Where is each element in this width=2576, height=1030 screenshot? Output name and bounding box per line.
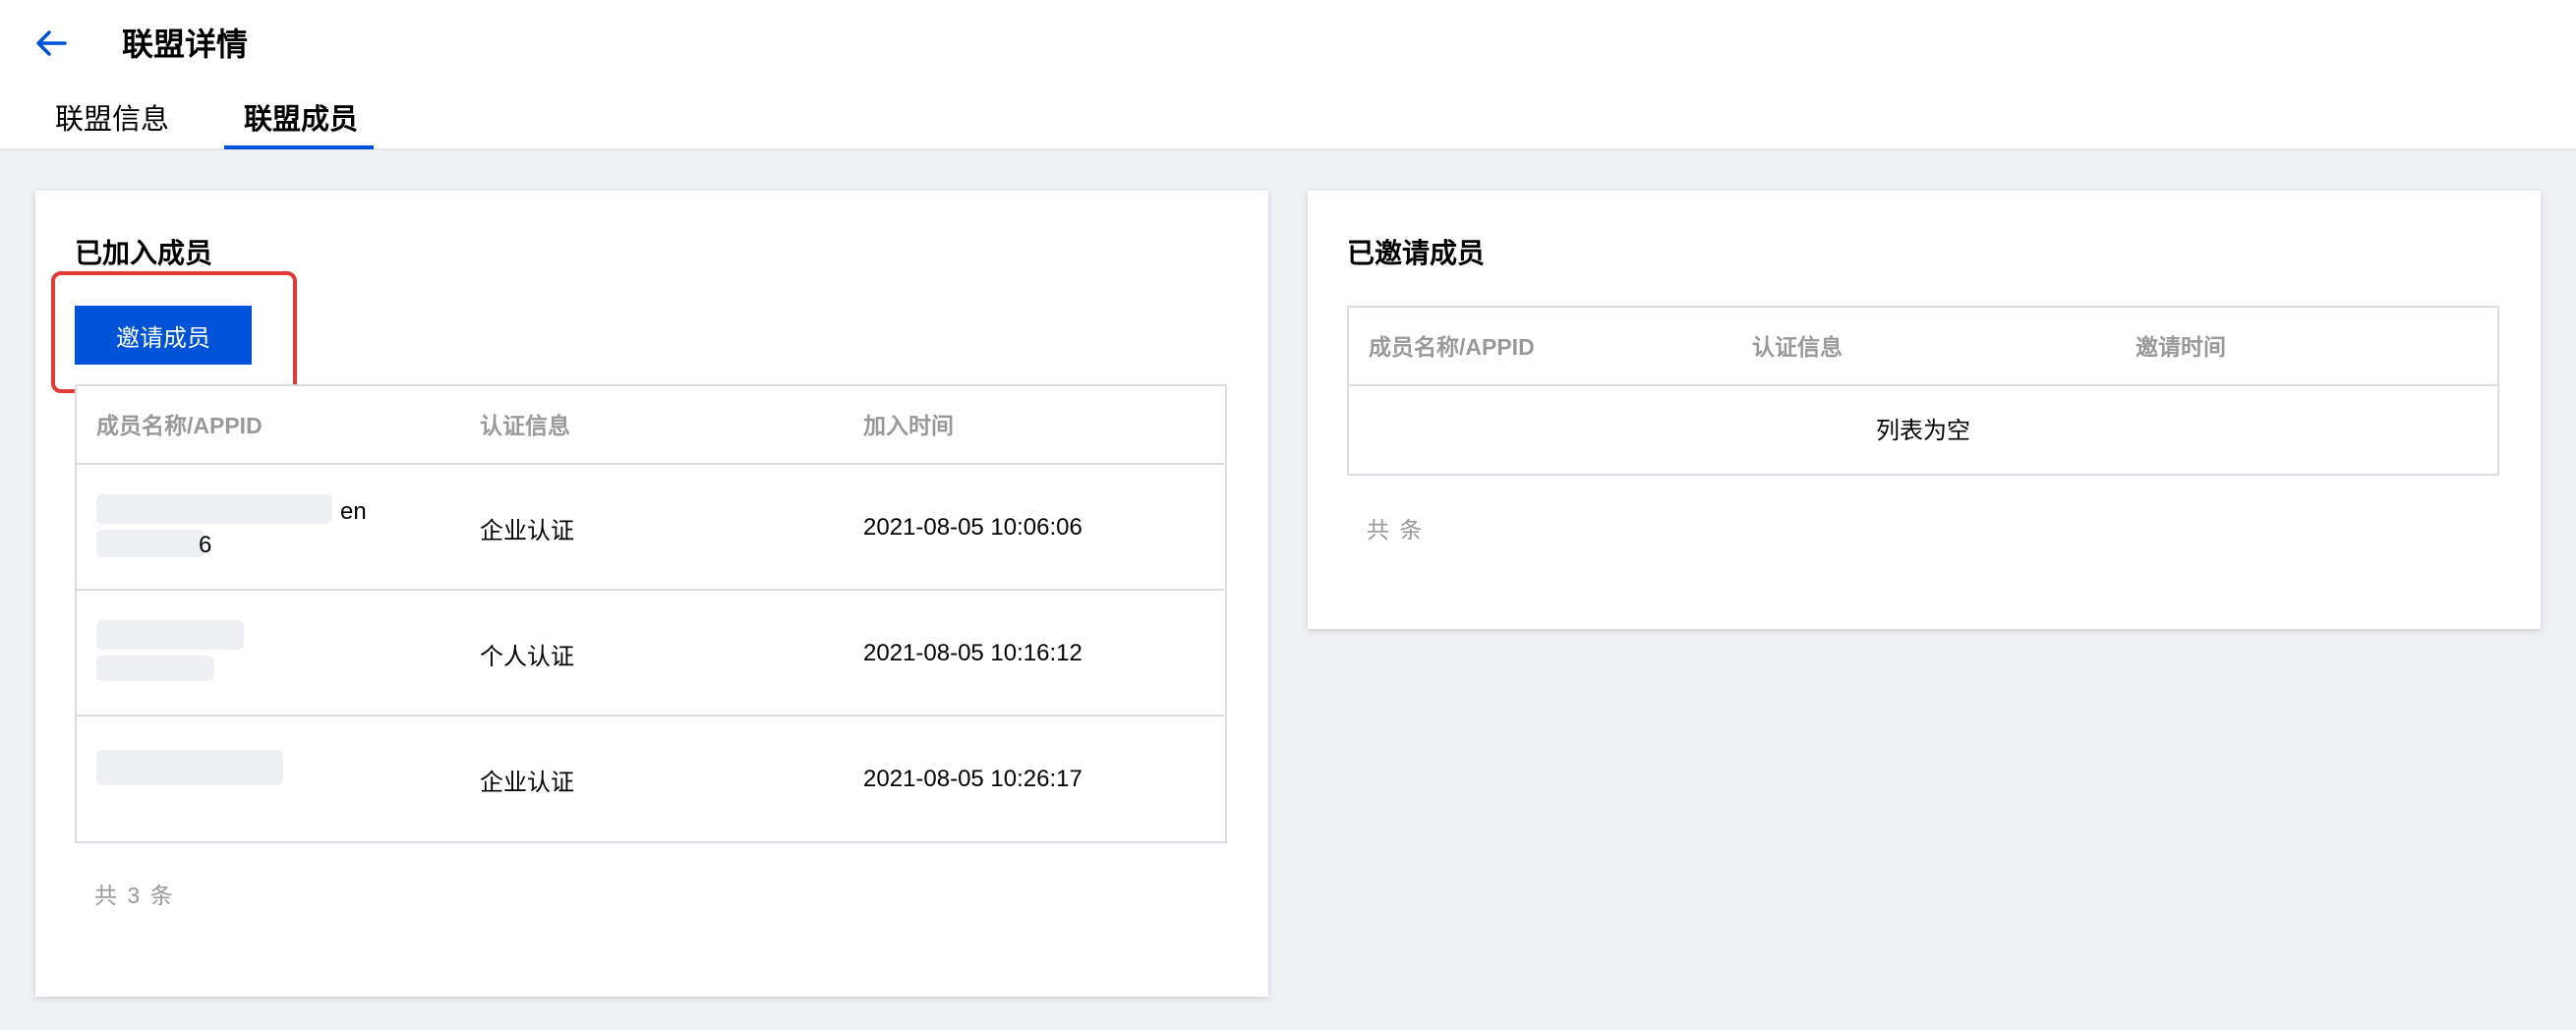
tab-alliance-members[interactable]: 联盟成员: [244, 100, 358, 149]
member-cert: 企业认证: [480, 517, 574, 544]
tab-alliance-info[interactable]: 联盟信息: [55, 100, 169, 149]
table-header: 成员名称/APPID 认证信息 加入时间: [77, 386, 1225, 465]
page-header: 联盟详情 联盟信息 联盟成员: [0, 0, 2576, 150]
empty-list-message: 列表为空: [1876, 418, 1970, 444]
joined-total-count: 共 3 条: [94, 883, 175, 908]
member-name-redacted: [96, 620, 411, 689]
member-join-time: 2021-08-05 10:06:06: [863, 514, 1083, 541]
joined-members-title: 已加入成员: [75, 238, 213, 268]
table-row: 企业认证 2021-08-05 10:26:17: [77, 716, 1225, 842]
member-join-time: 2021-08-05 10:16:12: [863, 640, 1083, 666]
member-join-time: 2021-08-05 10:26:17: [863, 766, 1083, 792]
page-title: 联盟详情: [122, 27, 249, 62]
table-header: 成员名称/APPID 认证信息 邀请时间: [1349, 308, 2497, 386]
column-header-invite-time: 邀请时间: [2136, 334, 2226, 360]
invited-members-table: 成员名称/APPID 认证信息 邀请时间 列表为空: [1347, 306, 2499, 476]
joined-members-card: 已加入成员 邀请成员 成员名称/APPID 认证信息 加入时间 en 6 企业认…: [35, 191, 1268, 997]
member-name-redacted: [96, 746, 411, 815]
member-name-fragment: 6: [199, 532, 212, 558]
table-row: 个人认证 2021-08-05 10:16:12: [77, 591, 1225, 716]
table-row: en 6 企业认证 2021-08-05 10:06:06: [77, 465, 1225, 591]
column-header-name: 成员名称/APPID: [96, 413, 263, 438]
invited-members-card: 已邀请成员 成员名称/APPID 认证信息 邀请时间 列表为空 共 条: [1308, 191, 2541, 629]
invite-member-button[interactable]: 邀请成员: [75, 306, 252, 365]
member-cert: 企业认证: [480, 769, 574, 796]
joined-members-table: 成员名称/APPID 认证信息 加入时间 en 6 企业认证 2021-08-0…: [75, 384, 1227, 843]
arrow-left-icon: [36, 30, 67, 56]
back-button[interactable]: [29, 22, 73, 65]
active-tab-indicator: [224, 145, 374, 149]
invited-total-count: 共 条: [1367, 517, 1425, 543]
member-cert: 个人认证: [480, 643, 574, 670]
column-header-join-time: 加入时间: [863, 413, 954, 438]
member-name-fragment: en: [340, 498, 367, 525]
column-header-name: 成员名称/APPID: [1369, 334, 1535, 360]
column-header-cert: 认证信息: [480, 413, 570, 438]
invited-members-title: 已邀请成员: [1347, 238, 1486, 268]
column-header-cert: 认证信息: [1752, 334, 1843, 360]
member-name-redacted: en 6: [96, 494, 411, 563]
